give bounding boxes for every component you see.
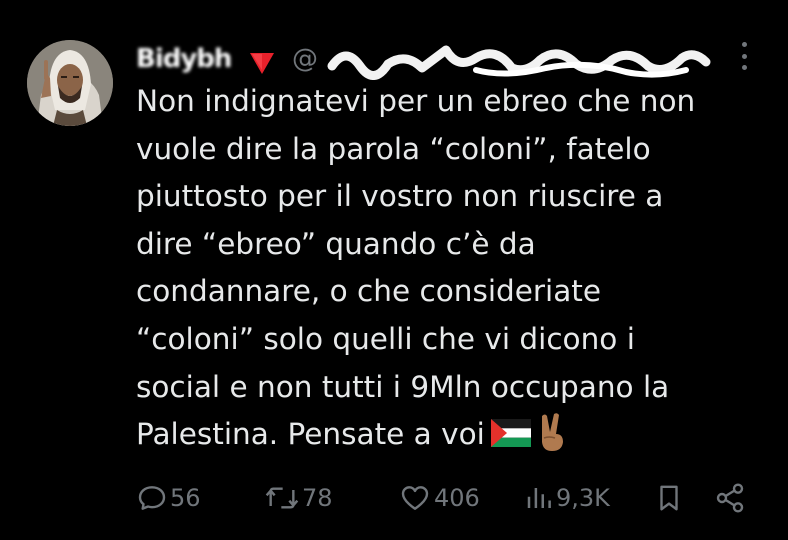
tweet-text-last-line: Palestina. Pensate a voi [136,411,766,459]
bookmark-icon [660,485,678,511]
tweet-text-line: vuole dire la parola “coloni”, fatelo [136,131,651,166]
heart-icon [401,486,429,510]
tweet-text-line: Non indignatevi per un ebreo che non [136,84,696,118]
speech-bubble-icon [138,486,166,510]
more-options-button[interactable] [732,38,756,74]
user-handle[interactable]: @ [292,44,318,74]
views-count: 9,3K [556,484,610,512]
repost-count: 78 [302,484,333,512]
tweet-card[interactable]: Bidybh @ Non indignatevi per un ebreo ch… [0,0,788,540]
tweet-header: Bidybh @ [136,40,736,80]
bar-chart-icon [527,488,551,508]
reply-button[interactable]: 56 [136,478,201,518]
tweet-text-line: Palestina. Pensate a voi [136,417,485,452]
tweet-text-line: condannare, o che consideriate [136,274,602,309]
repost-button[interactable]: 78 [264,478,333,518]
tweet-text: Non indignatevi per un ebreo che non vuo… [136,78,766,459]
display-name[interactable]: Bidybh [136,44,232,74]
reply-count: 56 [170,484,201,512]
tweet-text-line: social e non tutti i 9Mln occupano la [136,369,670,404]
bookmark-button[interactable] [654,478,684,518]
avatar-image [27,40,113,126]
tweet-actions-bar: 56 78 406 9,3K [136,478,756,518]
more-vertical-icon [741,42,747,47]
avatar[interactable] [27,40,113,126]
palestine-flag-emoji-icon [490,418,531,447]
victory-hand-emoji-icon [541,412,563,451]
tweet-text-line: “coloni” solo quelli che vi dicono i [136,321,635,356]
tweet-text-line: dire “ebreo” quando c’è da [136,226,536,261]
share-button[interactable] [714,478,746,518]
share-icon [716,483,744,513]
views-button[interactable]: 9,3K [524,478,610,518]
like-button[interactable]: 406 [398,478,480,518]
red-triangle-icon [250,53,274,74]
tweet-text-line: piuttosto per il vostro non riuscire a [136,179,664,214]
redaction-scribble [327,45,711,80]
repost-arrows-icon [265,487,299,509]
like-count: 406 [434,484,480,512]
